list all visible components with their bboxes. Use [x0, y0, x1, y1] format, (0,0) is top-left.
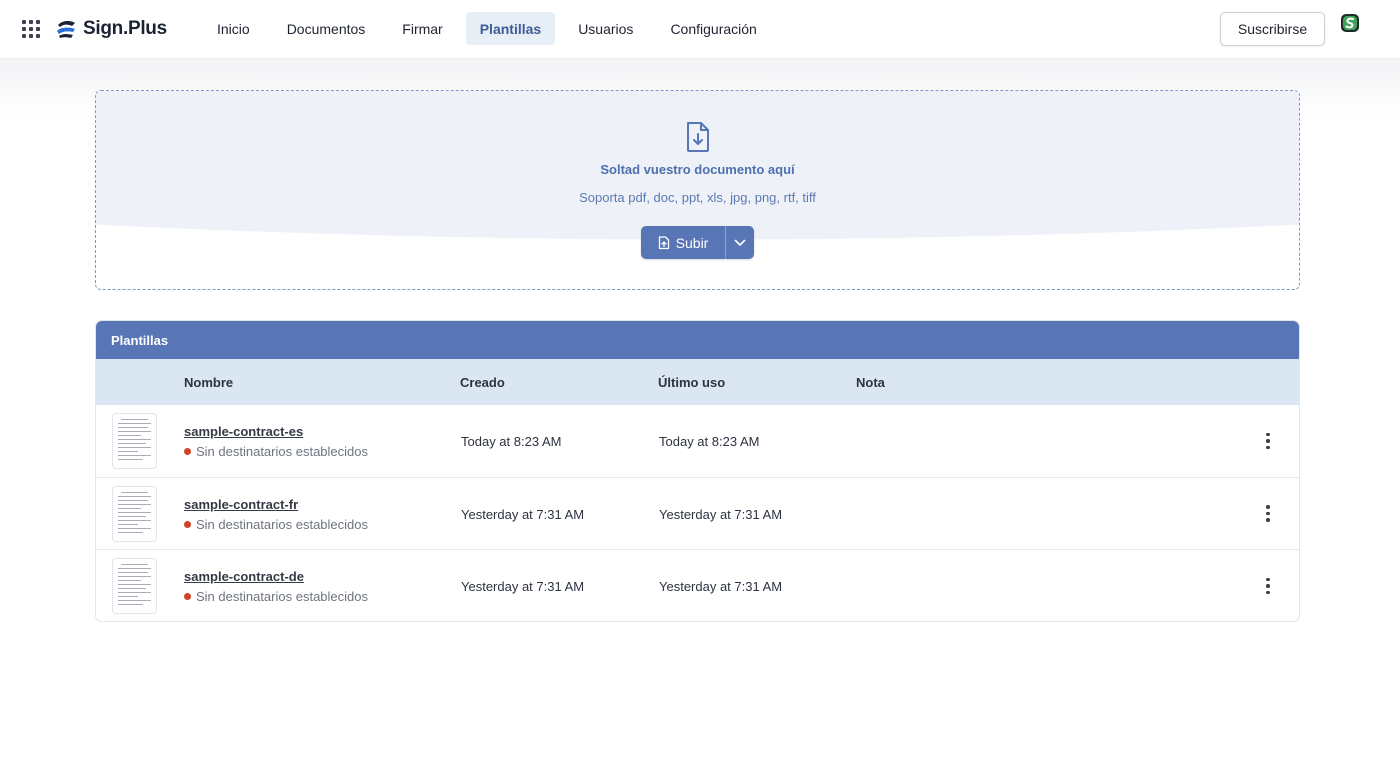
created-date: Today at 8:23 AM	[461, 434, 562, 449]
templates-panel: Plantillas Nombre Creado Último uso Nota…	[95, 320, 1300, 622]
dropzone-supported-formats: Soporta pdf, doc, ppt, xls, jpg, png, rt…	[579, 190, 816, 205]
table-row[interactable]: sample-contract-es Sin destinatarios est…	[96, 405, 1299, 478]
document-thumbnail[interactable]	[112, 485, 157, 542]
column-header-last-used[interactable]: Último uso	[658, 375, 725, 390]
nav-item-plantillas[interactable]: Plantillas	[465, 12, 556, 45]
recipient-status-label: Sin destinatarios establecidos	[196, 516, 368, 532]
template-name-link[interactable]: sample-contract-fr	[184, 497, 298, 512]
last-used-date: Today at 8:23 AM	[659, 434, 760, 449]
upload-button[interactable]: Subir	[641, 226, 725, 259]
recipient-status-label: Sin destinatarios establecidos	[196, 444, 368, 459]
created-date: Yesterday at 7:31 AM	[461, 579, 585, 594]
document-thumbnail[interactable]	[112, 558, 157, 614]
upload-button-label: Subir	[675, 234, 709, 251]
created-date: Yesterday at 7:31 AM	[461, 506, 585, 522]
nav-item-configuracion[interactable]: Configuración	[656, 12, 770, 45]
status-dot-icon	[184, 593, 191, 600]
upload-options-dropdown[interactable]	[726, 226, 754, 259]
more-options-icon[interactable]	[1258, 576, 1278, 596]
recipient-status: Sin destinatarios establecidos	[184, 444, 368, 459]
document-thumbnail[interactable]	[112, 413, 157, 469]
user-avatar-icon[interactable]	[1340, 13, 1360, 33]
dropzone-title: Soltad vuestro documento aquí	[600, 162, 795, 177]
nav-item-inicio[interactable]: Inicio	[203, 12, 264, 45]
recipient-status: Sin destinatarios establecidos	[184, 589, 368, 604]
status-dot-icon	[184, 448, 191, 455]
document-dropzone[interactable]: Soltad vuestro documento aquí Soporta pd…	[95, 90, 1300, 290]
main-nav: Inicio Documentos Firmar Plantillas Usua…	[203, 12, 780, 45]
app-grid-icon[interactable]	[22, 20, 40, 38]
subscribe-button[interactable]: Suscribirse	[1220, 12, 1325, 46]
table-header-row: Nombre Creado Último uso Nota	[96, 359, 1299, 405]
status-dot-icon	[184, 520, 191, 528]
more-options-icon[interactable]	[1258, 431, 1278, 451]
top-navigation-bar: Sign.Plus Inicio Documentos Firmar Plant…	[0, 0, 1400, 58]
column-header-note[interactable]: Nota	[856, 375, 885, 390]
more-options-icon[interactable]	[1258, 504, 1278, 524]
chevron-down-icon	[734, 239, 746, 246]
column-header-name[interactable]: Nombre	[184, 375, 233, 390]
last-used-date: Yesterday at 7:31 AM	[659, 579, 783, 594]
recipient-status-label: Sin destinatarios establecidos	[196, 589, 368, 604]
table-row[interactable]: sample-contract-fr Sin destinatarios est…	[96, 478, 1299, 550]
template-name-link[interactable]: sample-contract-es	[184, 424, 303, 439]
nav-item-usuarios[interactable]: Usuarios	[564, 12, 647, 45]
nav-item-documentos[interactable]: Documentos	[273, 12, 380, 45]
signplus-logo-icon	[57, 20, 75, 38]
file-download-icon	[687, 122, 709, 152]
brand-logo[interactable]: Sign.Plus	[55, 16, 167, 42]
upload-button-group: Subir	[641, 226, 754, 259]
column-header-created[interactable]: Creado	[460, 375, 505, 390]
nav-item-firmar[interactable]: Firmar	[388, 12, 456, 45]
brand-name: Sign.Plus	[83, 18, 167, 39]
templates-panel-title: Plantillas	[96, 321, 1299, 359]
file-upload-icon	[658, 235, 669, 249]
template-name-link[interactable]: sample-contract-de	[184, 569, 304, 584]
table-row[interactable]: sample-contract-de Sin destinatarios est…	[96, 550, 1299, 621]
last-used-date: Yesterday at 7:31 AM	[659, 506, 783, 522]
recipient-status: Sin destinatarios establecidos	[184, 517, 368, 532]
